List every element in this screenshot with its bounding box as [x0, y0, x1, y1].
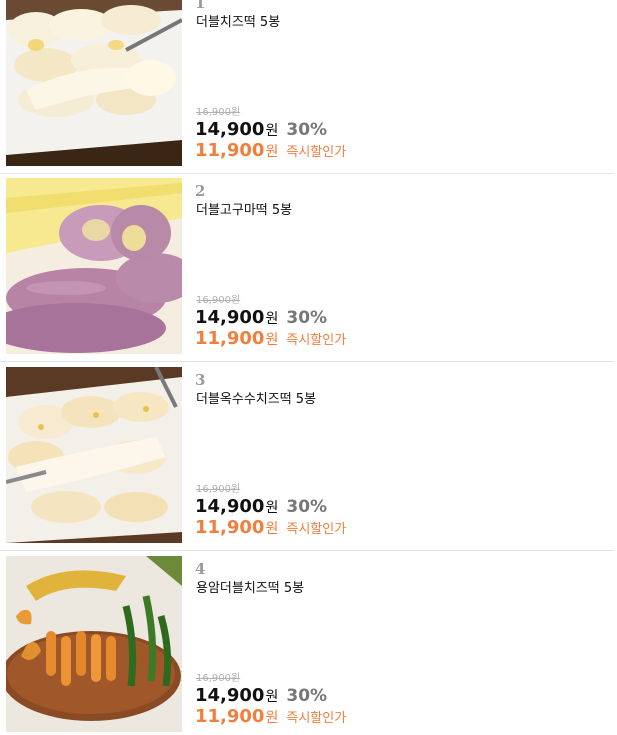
- price-row: 14,900원 30%: [195, 307, 327, 330]
- sale-price-unit: 원: [265, 332, 279, 348]
- sale-label: 즉시할인가: [286, 145, 347, 160]
- rank-number: 4: [195, 560, 206, 578]
- sale-label: 즉시할인가: [286, 711, 347, 726]
- sale-row: 11,900원 즉시할인가: [195, 517, 346, 541]
- original-price: 16,900원: [196, 107, 241, 118]
- divider: [0, 173, 614, 174]
- discount-rate: 30%: [286, 308, 328, 328]
- sale-price-unit: 원: [265, 144, 279, 160]
- original-price: 16,900원: [196, 673, 241, 684]
- price: 14,900: [195, 685, 265, 706]
- sale-label: 즉시할인가: [286, 522, 347, 537]
- product-name[interactable]: 더블옥수수치즈떡 5봉: [196, 392, 316, 408]
- price-row: 14,900원 30%: [195, 496, 327, 519]
- product-thumbnail[interactable]: [6, 367, 182, 543]
- product-name[interactable]: 더블치즈떡 5봉: [196, 15, 280, 31]
- product-item[interactable]: 3 더블옥수수치즈떡 5봉 16,900원 14,900원 30% 11,900원…: [0, 367, 614, 556]
- sale-label: 즉시할인가: [286, 333, 347, 348]
- sale-price-unit: 원: [265, 521, 279, 537]
- sale-row: 11,900원 즉시할인가: [195, 328, 346, 352]
- rank-number: 2: [195, 182, 206, 200]
- price-unit: 원: [265, 123, 279, 139]
- product-thumbnail[interactable]: [6, 0, 182, 166]
- original-price: 16,900원: [196, 295, 241, 306]
- corn-cheese-rice-cake-photo: [6, 367, 182, 543]
- price-unit: 원: [265, 689, 279, 705]
- discount-rate: 30%: [286, 686, 328, 706]
- price-row: 14,900원 30%: [195, 119, 327, 142]
- price: 14,900: [195, 496, 265, 517]
- product-item[interactable]: 2 더블고구마떡 5봉 16,900원 14,900원 30% 11,900원 즉시…: [0, 178, 614, 367]
- sale-price: 11,900: [195, 140, 265, 161]
- rank-number: 1: [195, 0, 206, 12]
- discount-rate: 30%: [286, 497, 328, 517]
- sale-price: 11,900: [195, 706, 265, 727]
- sale-row: 11,900원 즉시할인가: [195, 140, 346, 164]
- price: 14,900: [195, 307, 265, 328]
- sale-price-unit: 원: [265, 710, 279, 726]
- product-item[interactable]: 1 더블치즈떡 5봉 16,900원 14,900원 30% 11,900원 즉시할…: [0, 0, 614, 179]
- product-thumbnail[interactable]: [6, 178, 182, 354]
- product-item[interactable]: 4 용암더블치즈떡 5봉 16,900원 14,900원 30% 11,900원 즉…: [0, 556, 614, 735]
- price: 14,900: [195, 119, 265, 140]
- price-row: 14,900원 30%: [195, 685, 327, 708]
- lava-cheese-rice-cake-photo: [6, 556, 182, 732]
- discount-rate: 30%: [286, 120, 328, 140]
- cheese-rice-cake-photo: [6, 0, 182, 166]
- sale-row: 11,900원 즉시할인가: [195, 706, 346, 730]
- sale-price: 11,900: [195, 328, 265, 349]
- price-unit: 원: [265, 311, 279, 327]
- divider: [0, 361, 614, 362]
- original-price: 16,900원: [196, 484, 241, 495]
- sale-price: 11,900: [195, 517, 265, 538]
- product-list: 1 더블치즈떡 5봉 16,900원 14,900원 30% 11,900원 즉시할…: [0, 0, 617, 735]
- rank-number: 3: [195, 371, 206, 389]
- product-name[interactable]: 더블고구마떡 5봉: [196, 203, 292, 219]
- product-name[interactable]: 용암더블치즈떡 5봉: [196, 581, 304, 597]
- price-unit: 원: [265, 500, 279, 516]
- divider: [0, 550, 614, 551]
- sweet-potato-rice-cake-photo: [6, 178, 182, 354]
- product-thumbnail[interactable]: [6, 556, 182, 732]
